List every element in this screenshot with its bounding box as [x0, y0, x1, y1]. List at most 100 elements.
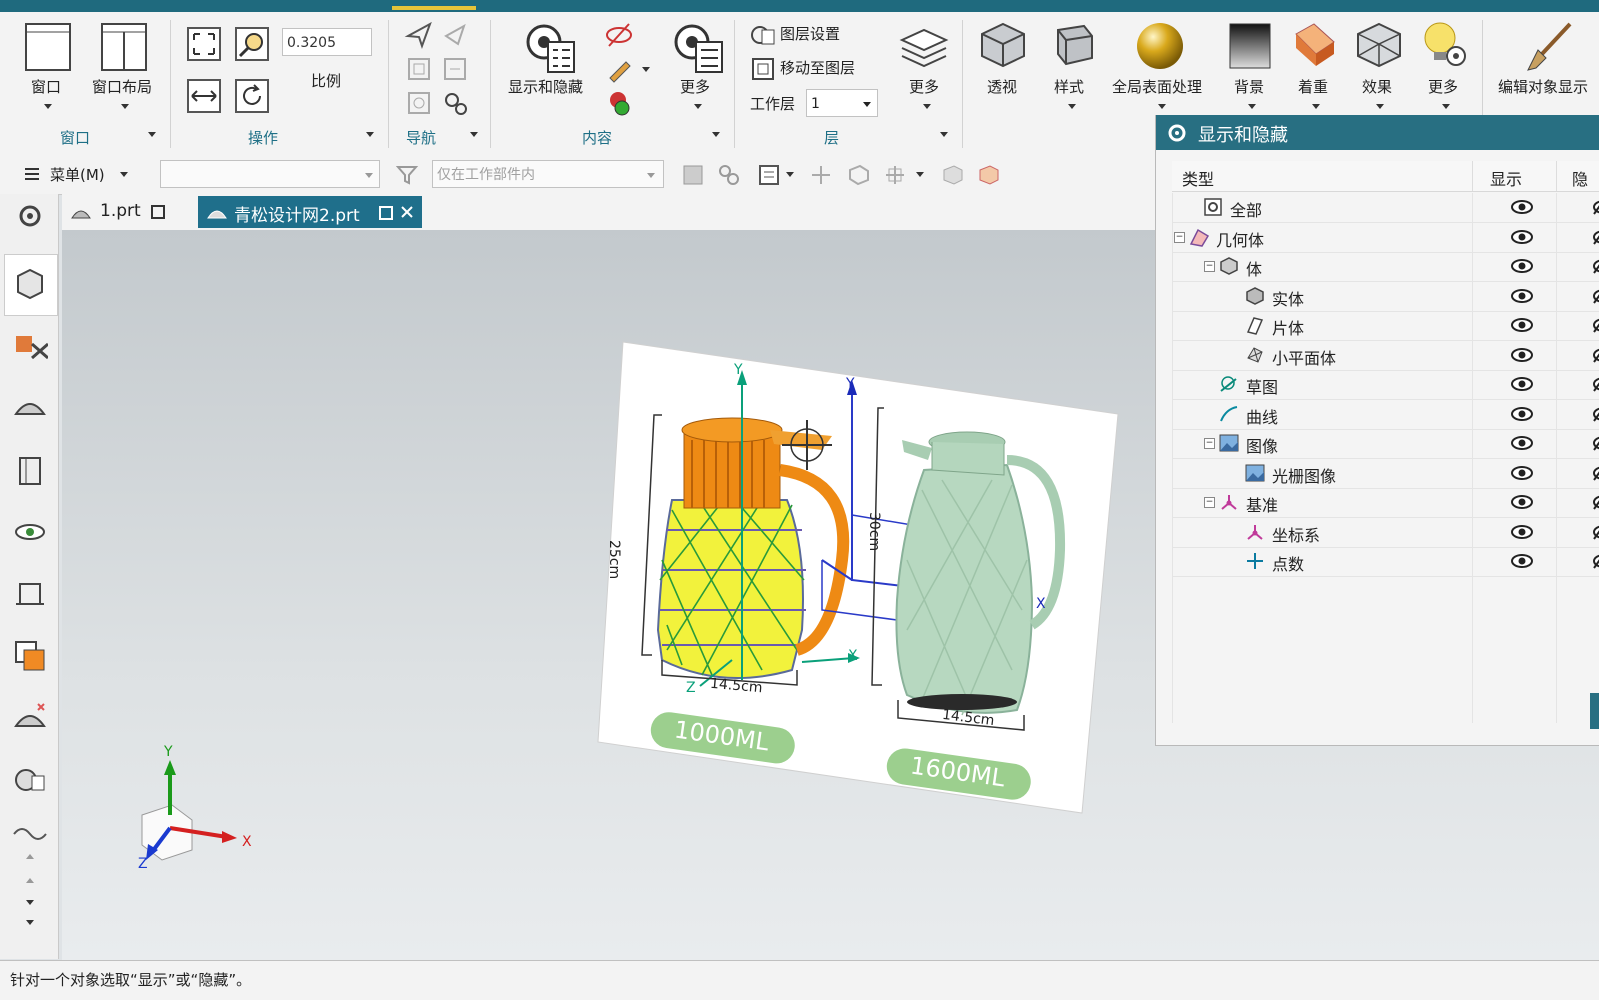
background-dropdown[interactable]	[1248, 104, 1256, 109]
layer-more-label[interactable]: 更多	[909, 76, 939, 97]
fit-icon[interactable]	[186, 26, 222, 62]
show-eye-icon[interactable]	[1510, 229, 1534, 245]
global-shading-label[interactable]: 全局表面处理	[1112, 76, 1202, 97]
tree-row-curve[interactable]: 曲线	[1172, 400, 1599, 430]
window-icon[interactable]	[24, 22, 74, 74]
edit-object-display-label[interactable]: 编辑对象显示	[1498, 76, 1588, 97]
tree-row-all[interactable]: 全部	[1172, 193, 1599, 223]
col-type[interactable]: 类型	[1182, 166, 1214, 190]
nav-view-icon[interactable]	[404, 54, 434, 84]
tree-row-solid[interactable]: 实体	[1172, 282, 1599, 312]
window-dropdown[interactable]	[44, 104, 52, 109]
history-icon[interactable]	[12, 762, 48, 798]
tree-row-facet[interactable]: 小平面体	[1172, 341, 1599, 371]
collapse-toggle-icon[interactable]: −	[1204, 261, 1215, 272]
tree-row-body[interactable]: − 体	[1172, 252, 1599, 282]
scroll-up-small-icon[interactable]	[26, 878, 34, 883]
settings-gear-icon[interactable]	[12, 198, 48, 234]
fly-icon[interactable]	[404, 20, 434, 50]
style-icon[interactable]	[1048, 20, 1098, 70]
content-more-label[interactable]: 更多	[680, 76, 710, 97]
scope-filter-select[interactable]: 仅在工作部件内	[432, 160, 664, 188]
walk-icon[interactable]	[440, 20, 470, 50]
menu-hamburger-icon[interactable]	[24, 166, 40, 182]
perspective-label[interactable]: 透视	[987, 76, 1017, 97]
hide-eye-icon[interactable]	[1592, 494, 1599, 510]
group-expand-operations[interactable]	[366, 132, 374, 137]
show-hide-icon[interactable]	[522, 20, 576, 74]
hide-icon[interactable]	[604, 20, 634, 50]
work-layer-select[interactable]: 1	[806, 89, 878, 117]
emphasis-label[interactable]: 着重	[1298, 76, 1328, 97]
show-eye-icon[interactable]	[1510, 465, 1534, 481]
effects-dropdown[interactable]	[1376, 104, 1384, 109]
col-hide[interactable]: 隐	[1572, 166, 1588, 190]
tree-row-datum[interactable]: − 基准	[1172, 488, 1599, 518]
menu-button[interactable]: 菜单(M)	[50, 164, 105, 185]
view-cube-icon[interactable]	[940, 162, 966, 188]
assembly-navigator-icon[interactable]	[12, 328, 48, 364]
tree-row-raster[interactable]: 光栅图像	[1172, 459, 1599, 489]
window-layout-dropdown[interactable]	[121, 104, 129, 109]
roles-icon[interactable]	[12, 700, 48, 736]
effects-icon[interactable]	[1354, 20, 1404, 70]
rotate-icon[interactable]	[234, 78, 270, 114]
visual-more-label[interactable]: 更多	[1428, 76, 1458, 97]
show-eye-icon[interactable]	[1510, 317, 1534, 333]
group-expand-window[interactable]	[148, 132, 156, 137]
content-more-dropdown[interactable]	[694, 104, 702, 109]
hide-eye-icon[interactable]	[1592, 376, 1599, 392]
hide-eye-icon[interactable]	[1592, 229, 1599, 245]
tree-row-geom[interactable]: − 几何体	[1172, 223, 1599, 253]
hide-eye-icon[interactable]	[1592, 406, 1599, 422]
emphasis-dropdown[interactable]	[1312, 104, 1320, 109]
hide-eye-icon[interactable]	[1592, 317, 1599, 333]
dialog-header[interactable]: 显示和隐藏	[1156, 115, 1599, 150]
snap-dropdown[interactable]	[916, 172, 924, 177]
part-navigator-icon[interactable]	[12, 266, 48, 302]
show-eye-icon[interactable]	[1510, 376, 1534, 392]
collapse-toggle-icon[interactable]: −	[1204, 497, 1215, 508]
filter-icon[interactable]	[396, 164, 420, 186]
effects-label[interactable]: 效果	[1362, 76, 1392, 97]
scroll-up-icon[interactable]	[26, 854, 34, 859]
hide-eye-icon[interactable]	[1592, 347, 1599, 363]
gear-icon[interactable]	[1166, 122, 1188, 144]
select-feature-icon[interactable]	[716, 162, 742, 188]
hide-eye-icon[interactable]	[1592, 524, 1599, 540]
scale-input[interactable]: 0.3205	[282, 28, 372, 56]
tree-row-csys[interactable]: 坐标系	[1172, 518, 1599, 548]
hide-eye-icon[interactable]	[1592, 553, 1599, 569]
scroll-down-icon[interactable]	[26, 900, 34, 905]
reuse-library-icon[interactable]	[12, 452, 48, 488]
style-label[interactable]: 样式	[1054, 76, 1084, 97]
hide-eye-icon[interactable]	[1592, 258, 1599, 274]
tab-1prt[interactable]: 1.prt	[62, 196, 194, 228]
col-show[interactable]: 显示	[1490, 166, 1522, 190]
show-eye-icon[interactable]	[1510, 288, 1534, 304]
collapse-toggle-icon[interactable]: −	[1174, 231, 1185, 243]
show-eye-icon[interactable]	[1510, 258, 1534, 274]
color-emphasis-icon[interactable]	[1290, 20, 1340, 70]
type-filter-select[interactable]	[160, 160, 380, 188]
tree-row-sketch[interactable]: 草图	[1172, 370, 1599, 400]
select-list-icon[interactable]	[756, 162, 782, 188]
perspective-icon[interactable]	[978, 20, 1028, 70]
more-display-icon[interactable]	[670, 20, 724, 74]
color-display-icon[interactable]	[604, 88, 634, 118]
show-eye-icon[interactable]	[1510, 494, 1534, 510]
panel-side-button[interactable]	[1590, 693, 1599, 729]
snap-body-icon[interactable]	[846, 162, 872, 188]
drafting-icon[interactable]	[12, 576, 48, 612]
layer-more-dropdown[interactable]	[923, 104, 931, 109]
move-to-layer-icon[interactable]	[750, 56, 776, 82]
collapse-toggle-icon[interactable]: −	[1204, 438, 1215, 449]
close-icon[interactable]	[400, 205, 414, 219]
wrench-icon[interactable]	[604, 54, 634, 84]
layers-more-icon[interactable]	[898, 22, 950, 74]
show-eye-icon[interactable]	[1510, 435, 1534, 451]
hide-eye-icon[interactable]	[1592, 435, 1599, 451]
scroll-down-end-icon[interactable]	[26, 920, 34, 925]
background-icon[interactable]	[1226, 20, 1274, 72]
tab-qingsong-prt[interactable]: 青松设计网2.prt	[198, 196, 422, 228]
